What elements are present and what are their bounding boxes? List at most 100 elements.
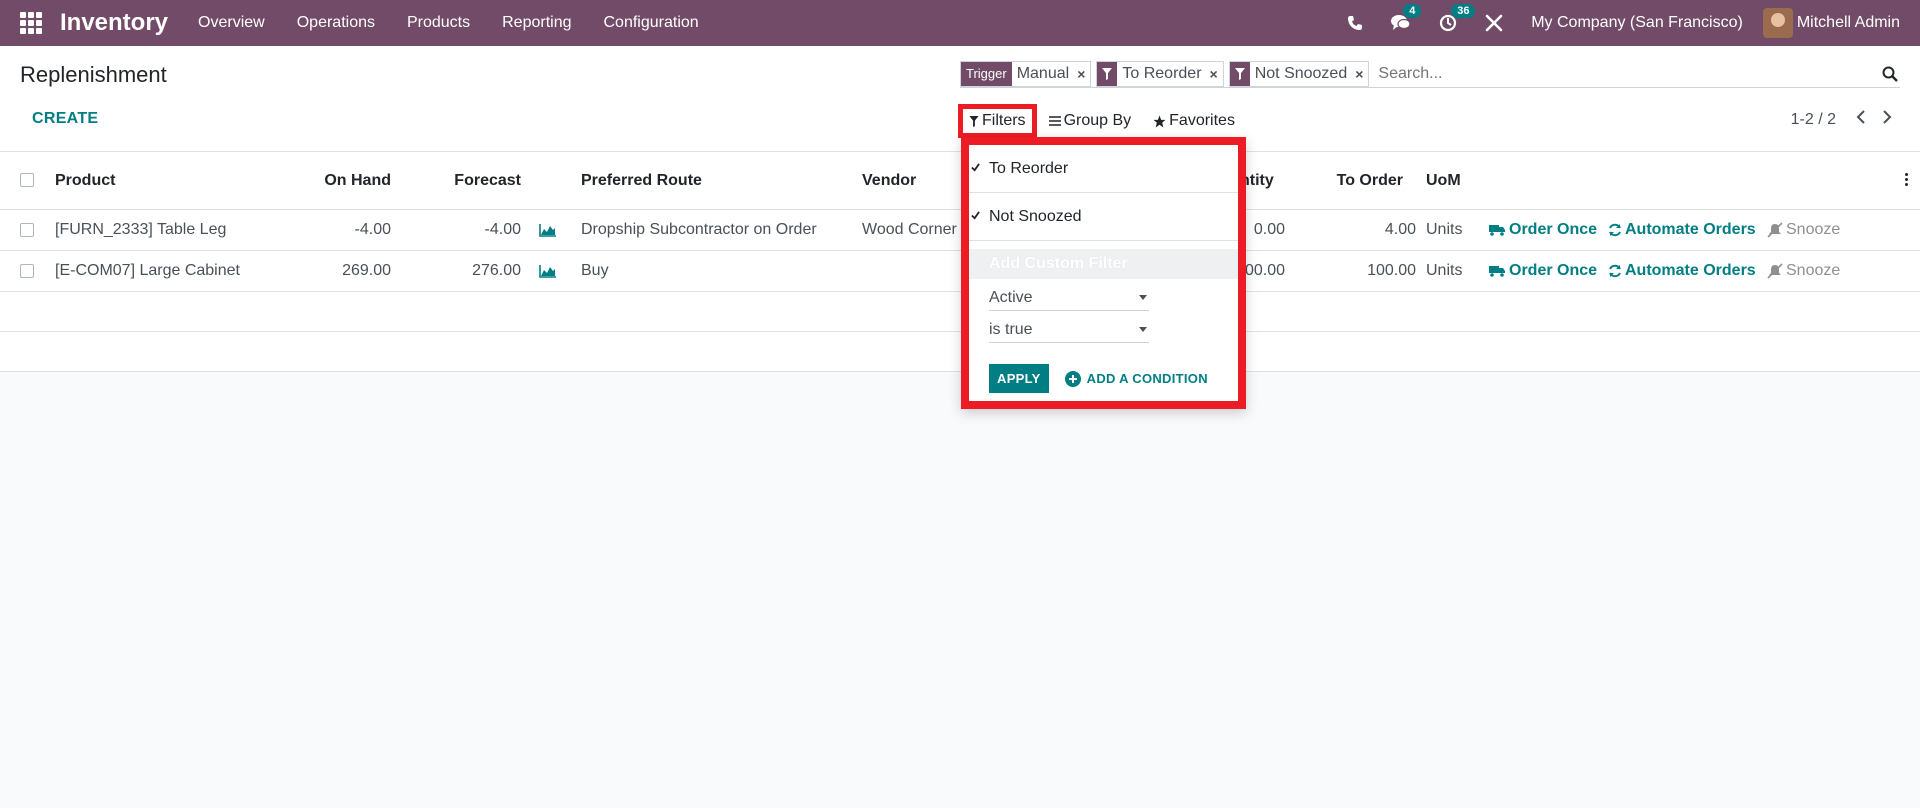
order-once-label: Order Once xyxy=(1509,221,1598,238)
cell-preferred-route: Buy xyxy=(581,262,609,279)
column-preferred-route[interactable]: Preferred Route xyxy=(581,172,702,190)
star-icon xyxy=(1153,115,1166,127)
cell-forecast: 276.00 xyxy=(472,262,521,279)
cell-on-hand: -4.00 xyxy=(354,221,391,238)
forecast-graph-icon[interactable] xyxy=(539,264,557,283)
menu-reporting[interactable]: Reporting xyxy=(502,14,571,32)
filter-option-to-reorder[interactable]: To Reorder xyxy=(969,145,1238,193)
messages-badge: 4 xyxy=(1403,4,1422,18)
activities-icon[interactable]: 36 xyxy=(1439,4,1476,32)
company-switcher[interactable]: My Company (San Francisco) xyxy=(1531,14,1743,32)
search-input[interactable] xyxy=(1374,64,1882,83)
select-all-checkbox[interactable] xyxy=(20,173,34,187)
favorites-button[interactable]: Favorites xyxy=(1153,112,1235,130)
custom-filter-actions: APPLY ADD A CONDITION xyxy=(989,364,1208,393)
add-custom-filter-toggle[interactable]: Add Custom Filter xyxy=(969,249,1238,279)
facet-remove-icon[interactable]: × xyxy=(1352,62,1368,86)
automate-orders-label: Automate Orders xyxy=(1625,221,1756,238)
snooze-button[interactable]: Snooze xyxy=(1767,221,1840,239)
filter-icon xyxy=(1097,61,1118,86)
field-select-value: Active xyxy=(989,288,1033,306)
messages-icon[interactable]: 4 xyxy=(1391,4,1422,32)
automate-orders-button[interactable]: Automate Orders xyxy=(1608,221,1756,239)
snooze-button[interactable]: Snooze xyxy=(1767,262,1840,280)
cell-uom: Units xyxy=(1426,262,1463,279)
apps-menu-icon[interactable] xyxy=(20,12,42,34)
create-button[interactable]: CREATE xyxy=(32,110,98,128)
page-title: Replenishment xyxy=(20,62,167,87)
facet-value: Not Snoozed xyxy=(1254,64,1348,82)
caret-down-icon xyxy=(1139,327,1147,332)
add-condition-button[interactable]: ADD A CONDITION xyxy=(1064,370,1208,387)
facet-remove-icon[interactable]: × xyxy=(1207,62,1223,86)
facet-remove-icon[interactable]: × xyxy=(1074,62,1090,86)
activities-badge: 36 xyxy=(1451,4,1476,18)
snooze-label: Snooze xyxy=(1786,262,1841,279)
caret-down-icon xyxy=(1139,295,1147,300)
facet-not-snoozed: Not Snoozed × xyxy=(1228,60,1370,87)
menu-operations[interactable]: Operations xyxy=(297,14,375,32)
avatar xyxy=(1762,8,1793,38)
filter-option-label: Not Snoozed xyxy=(989,207,1082,225)
group-by-button[interactable]: Group By xyxy=(1048,112,1131,130)
row-checkbox[interactable] xyxy=(20,223,34,237)
table-footer xyxy=(0,332,1920,372)
operator-select-value: is true xyxy=(989,320,1033,338)
facet-trigger: Trigger Manual × xyxy=(960,60,1092,87)
column-options-icon[interactable] xyxy=(1905,173,1908,186)
column-to-order[interactable]: To Order xyxy=(1300,172,1403,190)
chevron-right-icon[interactable] xyxy=(1882,110,1892,129)
control-panel: Replenishment CREATE Trigger Manual × To… xyxy=(0,46,1920,152)
custom-filter-field-select[interactable]: Active xyxy=(989,285,1149,311)
menu-configuration[interactable]: Configuration xyxy=(604,14,699,32)
order-once-button[interactable]: Order Once xyxy=(1489,221,1597,239)
forecast-graph-icon[interactable] xyxy=(539,223,557,242)
replenishment-list: Product On Hand Forecast Preferred Route… xyxy=(0,152,1920,372)
user-name: Mitchell Admin xyxy=(1796,14,1900,31)
search-icon[interactable] xyxy=(1882,66,1898,82)
cell-product: [E-COM07] Large Cabinet xyxy=(55,262,240,279)
menu-overview[interactable]: Overview xyxy=(198,14,265,32)
custom-filter-operator-select[interactable]: is true xyxy=(989,317,1149,343)
empty-row xyxy=(0,292,1920,332)
cell-forecast: -4.00 xyxy=(484,221,521,238)
table-row[interactable]: [FURN_2333] Table Leg -4.00 -4.00 Dropsh… xyxy=(0,210,1920,251)
filters-dropdown: To Reorder Not Snoozed Add Custom Filter… xyxy=(961,137,1246,409)
column-on-hand[interactable]: On Hand xyxy=(290,172,391,190)
debug-tools-icon[interactable] xyxy=(1485,14,1503,32)
cell-uom: Units xyxy=(1426,221,1463,238)
app-name[interactable]: Inventory xyxy=(60,9,168,37)
pager: 1-2 / 2 xyxy=(1791,110,1892,129)
cell-to-order[interactable]: 100.00 xyxy=(1300,262,1416,280)
top-navbar: Inventory Overview Operations Products R… xyxy=(0,0,1920,46)
check-icon xyxy=(971,211,980,220)
cell-on-hand: 269.00 xyxy=(342,262,391,279)
row-checkbox[interactable] xyxy=(20,264,34,278)
table-header: Product On Hand Forecast Preferred Route… xyxy=(0,152,1920,210)
user-menu[interactable]: Mitchell Admin xyxy=(1762,8,1900,38)
column-uom[interactable]: UoM xyxy=(1426,172,1461,190)
truck-icon xyxy=(1489,266,1505,277)
cell-to-order[interactable]: 4.00 xyxy=(1300,221,1416,239)
apply-button[interactable]: APPLY xyxy=(989,364,1049,393)
column-forecast[interactable]: Forecast xyxy=(420,172,521,190)
check-icon xyxy=(971,163,980,172)
filters-button[interactable]: Filters xyxy=(958,104,1037,138)
pager-value[interactable]: 1-2 / 2 xyxy=(1791,111,1836,129)
filter-icon xyxy=(1229,61,1250,86)
plus-circle-icon xyxy=(1064,370,1081,387)
facet-value: To Reorder xyxy=(1122,64,1202,82)
column-product[interactable]: Product xyxy=(55,172,115,190)
automate-orders-button[interactable]: Automate Orders xyxy=(1608,262,1756,280)
cell-vendor: Wood Corner xyxy=(862,221,957,238)
table-row[interactable]: [E-COM07] Large Cabinet 269.00 276.00 Bu… xyxy=(0,251,1920,292)
list-icon xyxy=(1048,116,1061,126)
order-once-button[interactable]: Order Once xyxy=(1489,262,1597,280)
filter-option-not-snoozed[interactable]: Not Snoozed xyxy=(969,193,1238,241)
phone-icon[interactable] xyxy=(1347,15,1363,31)
menu-products[interactable]: Products xyxy=(407,14,470,32)
refresh-icon xyxy=(1609,223,1621,237)
column-vendor[interactable]: Vendor xyxy=(862,172,916,190)
cell-preferred-route: Dropship Subcontractor on Order xyxy=(581,221,817,238)
chevron-left-icon[interactable] xyxy=(1856,110,1866,129)
